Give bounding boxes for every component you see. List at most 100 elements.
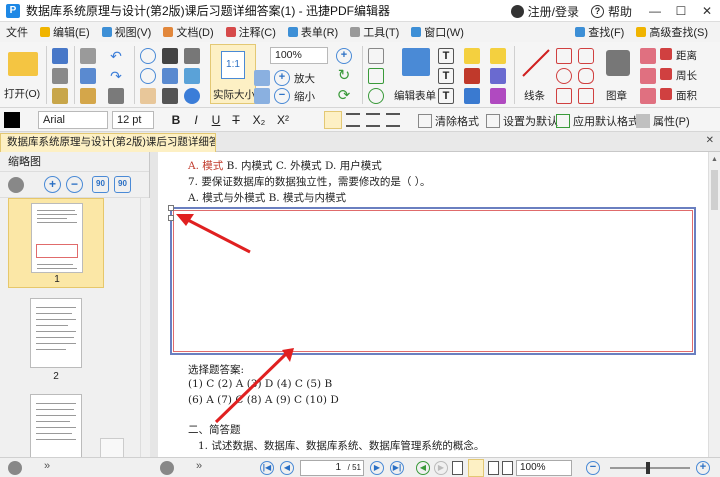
camera-icon[interactable] [184, 48, 200, 64]
square-shape-icon[interactable] [556, 88, 572, 104]
menu-window[interactable]: 窗口(W) [405, 24, 470, 40]
page-number-input[interactable]: 1 / 51 [300, 460, 364, 476]
zoom-out-small-icon[interactable]: − [274, 88, 290, 104]
align-center-icon[interactable] [346, 113, 360, 127]
menu-file[interactable]: 文件 [0, 24, 34, 40]
snapshot-icon[interactable] [162, 68, 178, 84]
text-box-icon[interactable] [368, 48, 384, 64]
hand-tool-icon[interactable] [140, 88, 156, 104]
fit-page-icon[interactable] [254, 70, 270, 86]
email-icon[interactable] [52, 88, 68, 104]
edit-form-button[interactable]: 编辑表单 [394, 44, 438, 104]
rotate-ccw-icon[interactable]: 90 [92, 176, 109, 193]
underline-tool-icon[interactable] [464, 68, 480, 84]
align-left-icon[interactable] [324, 111, 342, 129]
align-right-icon[interactable] [366, 113, 380, 127]
settings-icon[interactable] [8, 461, 22, 475]
zoom-slider[interactable] [610, 462, 690, 474]
zoom-out-label[interactable]: 缩小 [294, 89, 315, 104]
prev-page-button[interactable]: ◀ [280, 461, 294, 475]
highlight-icon[interactable] [464, 48, 480, 64]
select-text-icon[interactable] [162, 48, 178, 64]
open-button[interactable]: 打开(O) [4, 46, 42, 104]
advanced-search-button[interactable]: 高级查找(S) [630, 24, 714, 40]
sound-icon[interactable] [490, 88, 506, 104]
undo-icon[interactable]: ↶ [108, 48, 124, 64]
attach-icon[interactable] [490, 68, 506, 84]
zoom-in-icon[interactable]: + [336, 48, 352, 64]
line-tool-button[interactable]: 线条 [518, 44, 554, 104]
menu-tools[interactable]: 工具(T) [344, 24, 405, 40]
superscript-button[interactable]: X² [272, 111, 294, 129]
link-icon[interactable] [108, 88, 124, 104]
zoom-in-thumb-icon[interactable]: + [44, 176, 61, 193]
pencil-icon[interactable] [578, 88, 594, 104]
zoom-tool-icon[interactable] [184, 88, 200, 104]
maximize-button[interactable]: ☐ [668, 0, 694, 22]
status-zoom-out-button[interactable]: − [586, 461, 600, 475]
typewriter-icon[interactable]: T [438, 88, 454, 104]
paste-icon[interactable] [80, 88, 96, 104]
forward-view-button[interactable]: ▶ [434, 461, 448, 475]
font-size-select[interactable]: 12 pt [112, 111, 154, 129]
note-icon[interactable] [490, 48, 506, 64]
strikeout-icon[interactable] [464, 88, 480, 104]
thumbnail-page-2[interactable]: 2 [8, 294, 104, 384]
save-icon[interactable] [52, 48, 68, 64]
bold-button[interactable]: B [168, 111, 184, 129]
thumbnail-scrollbar[interactable] [140, 198, 150, 477]
scroll-up-icon[interactable]: ▲ [711, 156, 718, 163]
arrow-shape-icon[interactable] [556, 48, 572, 64]
menu-comment[interactable]: 注释(C) [220, 24, 282, 40]
apply-default-button[interactable]: 应用默认格式 [556, 112, 639, 130]
help-button[interactable]: ? 帮助 [590, 3, 632, 20]
eraser2-icon[interactable] [640, 68, 656, 84]
area-label[interactable]: 面积 [676, 88, 697, 103]
radio-icon[interactable] [368, 88, 384, 104]
last-page-button[interactable]: ▶| [390, 461, 404, 475]
circle-shape-icon[interactable] [556, 68, 572, 84]
polygon-shape-icon[interactable] [578, 48, 594, 64]
search-button[interactable]: 查找(F) [569, 24, 630, 40]
distance-label[interactable]: 距离 [676, 48, 697, 63]
thumbnail-page-1[interactable]: 1 [8, 198, 104, 288]
close-window-button[interactable]: ✕ [694, 0, 720, 22]
color-swatch[interactable] [4, 112, 20, 128]
facing-page-icon[interactable] [488, 461, 499, 475]
perimeter-label[interactable]: 周长 [676, 68, 697, 83]
panel-splitter[interactable] [150, 152, 158, 457]
eraser-icon[interactable] [640, 48, 656, 64]
distance-icon[interactable] [660, 48, 672, 60]
menu-form[interactable]: 表单(R) [282, 24, 344, 40]
cut-icon[interactable] [80, 48, 96, 64]
stamp-button[interactable]: 图章 [600, 44, 638, 104]
document-scrollbar[interactable]: ▲ [708, 152, 720, 457]
settings-gear-icon[interactable] [8, 177, 24, 193]
rotate-cw-icon[interactable]: 90 [114, 176, 131, 193]
underline-button[interactable]: U [208, 111, 224, 129]
strikethrough-button[interactable]: T [228, 111, 244, 129]
zoom-out-thumb-icon[interactable]: − [66, 176, 83, 193]
perimeter-icon[interactable] [660, 68, 672, 80]
fit-width-icon[interactable] [254, 88, 270, 104]
font-name-select[interactable]: Arial [38, 111, 108, 129]
next-page-button[interactable]: ▶ [370, 461, 384, 475]
menu-document[interactable]: 文档(D) [157, 24, 219, 40]
resize-handle[interactable] [168, 205, 174, 211]
menu-edit[interactable]: 编辑(E) [34, 24, 96, 40]
checkbox-icon[interactable] [368, 68, 384, 84]
image-icon[interactable] [184, 68, 200, 84]
zoom-slider-knob[interactable] [646, 462, 650, 474]
text-field-icon[interactable]: T [438, 68, 454, 84]
document-tab[interactable]: 数据库系统原理与设计(第2版)课后习题详细答案(1) * [0, 133, 216, 152]
login-button[interactable]: 注册/登录 [510, 3, 579, 20]
actual-size-button[interactable]: 1:1 实际大小 [210, 44, 256, 104]
copy-icon[interactable] [80, 68, 96, 84]
print-icon[interactable] [52, 68, 68, 84]
continuous-page-icon[interactable] [468, 459, 484, 477]
document-view[interactable]: A. 模式 B. 内模式 C. 外模式 D. 用户模式 7. 要保证数据库的数据… [158, 152, 708, 457]
status-expand-icon[interactable]: » [196, 460, 202, 472]
rotate-icon[interactable]: ↻ [336, 68, 352, 84]
subscript-button[interactable]: X₂ [248, 111, 270, 129]
set-default-button[interactable]: 设置为默认 [486, 112, 558, 130]
